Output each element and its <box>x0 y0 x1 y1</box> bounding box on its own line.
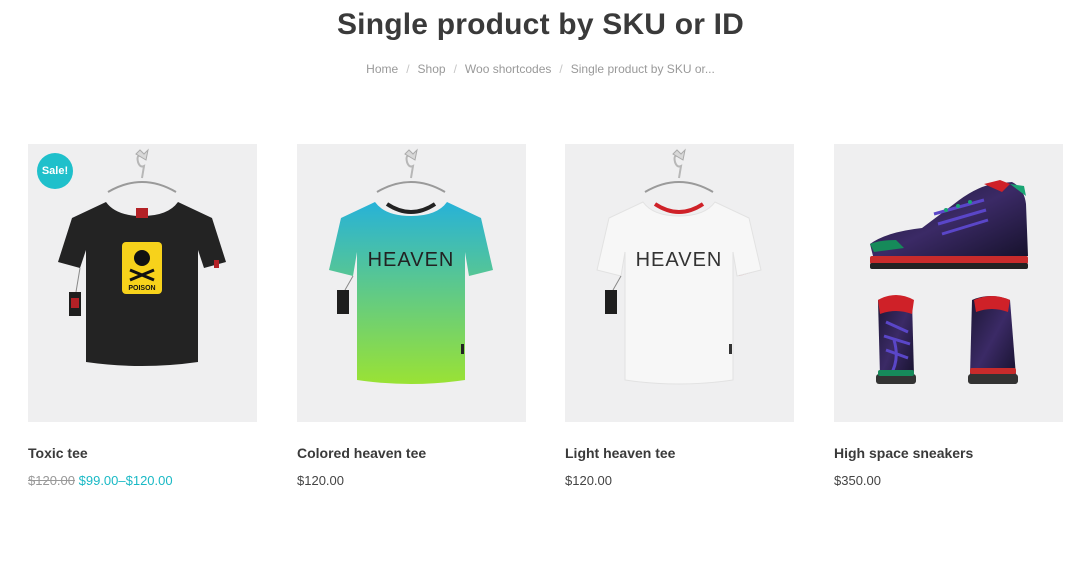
product-card-colored-heaven-tee: HEAVEN Colored heaven tee $120.00 <box>297 144 526 490</box>
regular-price: $120.00 <box>28 473 75 488</box>
product-card-toxic-tee: POISON Sale! Toxic tee $120.00 $99.00–$1… <box>28 144 257 490</box>
svg-text:HEAVEN: HEAVEN <box>368 249 455 271</box>
breadcrumb-woo-shortcodes[interactable]: Woo shortcodes <box>465 62 552 76</box>
product-card-high-space-sneakers: High space sneakers $350.00 <box>834 144 1063 490</box>
breadcrumb-shop[interactable]: Shop <box>418 62 446 76</box>
breadcrumb-separator: / <box>559 62 563 76</box>
page-title: Single product by SKU or ID <box>336 8 745 41</box>
sale-price: $99.00–$120.00 <box>78 473 173 488</box>
product-card-light-heaven-tee: HEAVEN Light heaven tee $120.00 <box>565 144 794 490</box>
product-price: $120.00 <box>565 473 612 488</box>
sneaker-image <box>870 180 1028 384</box>
product-image-high-space-sneakers[interactable] <box>834 144 1063 422</box>
product-image-colored-heaven-tee[interactable]: HEAVEN <box>297 144 526 422</box>
product-price: $120.00 <box>297 473 344 488</box>
product-image-light-heaven-tee[interactable]: HEAVEN <box>565 144 794 422</box>
product-title[interactable]: Light heaven tee <box>565 444 794 462</box>
svg-text:HEAVEN: HEAVEN <box>636 249 723 271</box>
product-title[interactable]: Colored heaven tee <box>297 444 526 462</box>
product-price: $350.00 <box>834 473 881 488</box>
svg-text:POISON: POISON <box>128 285 155 292</box>
product-image-toxic-tee[interactable]: POISON Sale! <box>28 144 257 422</box>
sale-badge: Sale! <box>37 153 73 189</box>
product-grid: POISON Sale! Toxic tee $120.00 $99.00–$1… <box>0 144 1081 504</box>
product-title[interactable]: High space sneakers <box>834 444 1063 462</box>
tshirt-image: HEAVEN <box>329 148 493 384</box>
breadcrumb-home[interactable]: Home <box>366 62 398 76</box>
breadcrumb-separator: / <box>406 62 410 76</box>
breadcrumb-current: Single product by SKU or... <box>570 62 715 76</box>
product-price: $120.00 $99.00–$120.00 <box>28 472 257 490</box>
product-title[interactable]: Toxic tee <box>28 444 257 462</box>
breadcrumb: Home / Shop / Woo shortcodes / Single pr… <box>0 62 1081 76</box>
tshirt-image: HEAVEN <box>596 148 762 385</box>
breadcrumb-separator: / <box>453 62 457 76</box>
